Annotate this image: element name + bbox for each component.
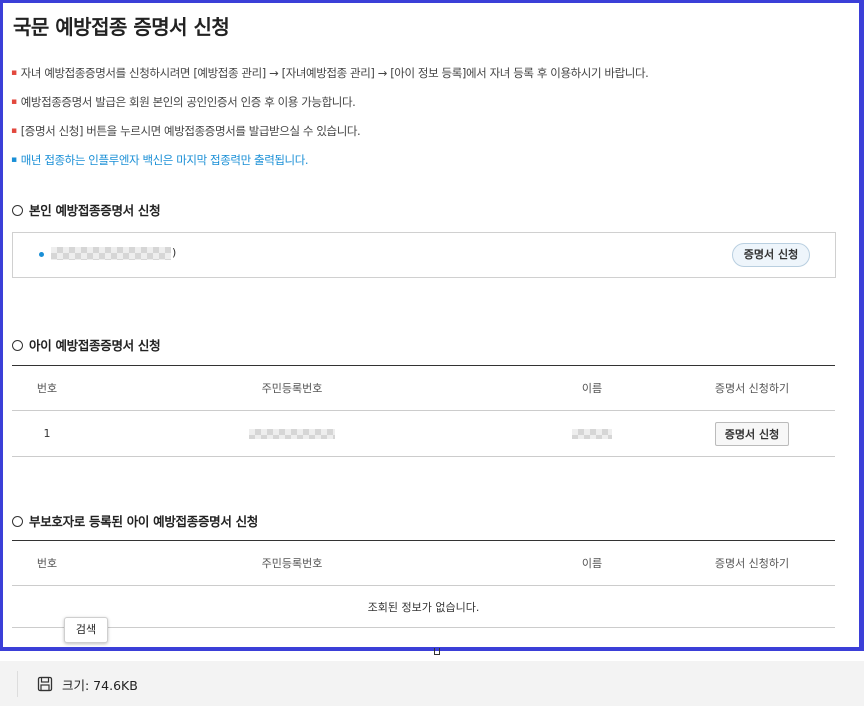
row-apply: 증명서 신청 bbox=[672, 411, 832, 456]
section-title-self: 본인 예방접종증명서 신청 bbox=[12, 200, 161, 219]
notice-text: [증명서 신청] 버튼을 누르시면 예방접종증명서를 발급받으실 수 있습니다. bbox=[20, 124, 361, 138]
file-size-text: 크기: 74.6KB bbox=[62, 678, 138, 693]
notice-list: ▪ 자녀 예방접종증명서를 신청하시려면 [예방접종 관리] → [자녀예방접종 … bbox=[11, 63, 649, 179]
bullet-icon bbox=[39, 252, 44, 257]
header-number: 번호 bbox=[36, 382, 58, 395]
bullet-icon: ▪ bbox=[11, 97, 17, 107]
row-resident-number bbox=[192, 411, 392, 456]
notice-text: 매년 접종하는 인플루엔자 백신은 마지막 접종력만 출력됩니다. bbox=[20, 153, 309, 167]
resize-handle[interactable] bbox=[434, 648, 440, 655]
child-certificate-apply-button[interactable]: 증명서 신청 bbox=[715, 421, 789, 446]
notice-text: 자녀 예방접종증명서를 신청하시려면 [예방접종 관리] → [자녀예방접종 관… bbox=[20, 66, 649, 80]
section-title-text: 아이 예방접종증명서 신청 bbox=[29, 338, 161, 353]
empty-message: 조회된 정보가 없습니다. bbox=[12, 586, 835, 628]
table-row: 1 증명서 신청 bbox=[12, 411, 835, 457]
section-title-text: 부보호자로 등록된 아이 예방접종증명서 신청 bbox=[29, 514, 259, 529]
notice-text: 예방접종증명서 발급은 회원 본인의 공인인증서 인증 후 이용 가능합니다. bbox=[20, 95, 356, 109]
notice-item: ▪ 자녀 예방접종증명서를 신청하시려면 [예방접종 관리] → [자녀예방접종 … bbox=[11, 63, 649, 92]
header-apply: 증명서 신청하기 bbox=[714, 557, 790, 570]
section-title-child: 아이 예방접종증명서 신청 bbox=[12, 335, 161, 354]
table-header: 번호 주민등록번호 이름 증명서 신청하기 bbox=[12, 540, 835, 586]
notice-item: ▪ 예방접종증명서 발급은 회원 본인의 공인인증서 인증 후 이용 가능합니다. bbox=[11, 92, 648, 121]
circle-icon bbox=[12, 340, 23, 351]
redacted-child-name bbox=[572, 428, 612, 439]
section-title-guardian: 부보호자로 등록된 아이 예방접종증명서 신청 bbox=[12, 511, 258, 530]
circle-icon bbox=[12, 516, 23, 527]
header-resident-number: 주민등록번호 bbox=[261, 382, 323, 395]
header-apply: 증명서 신청하기 bbox=[714, 382, 790, 395]
notice-item: ▪ [증명서 신청] 버튼을 누르시면 예방접종증명서를 발급받으실 수 있습니다… bbox=[11, 121, 648, 150]
row-number: 1 bbox=[43, 427, 51, 440]
save-icon bbox=[37, 676, 53, 696]
header-name: 이름 bbox=[581, 557, 603, 570]
header-resident-number: 주민등록번호 bbox=[261, 557, 323, 570]
self-certificate-apply-button[interactable]: 증명서 신청 bbox=[732, 243, 810, 267]
bullet-icon: ▪ bbox=[11, 126, 17, 136]
search-tooltip: 검색 bbox=[64, 617, 108, 643]
redacted-name bbox=[51, 247, 171, 260]
guardian-table: 번호 주민등록번호 이름 증명서 신청하기 조회된 정보가 없습니다. bbox=[12, 540, 835, 628]
redacted-resident-number bbox=[249, 428, 335, 439]
bullet-icon: ▪ bbox=[11, 155, 17, 165]
page-title: 국문 예방접종 증명서 신청 bbox=[13, 15, 230, 39]
notice-item-highlight: ▪ 매년 접종하는 인플루엔자 백신은 마지막 접종력만 출력됩니다. bbox=[11, 150, 648, 179]
header-number: 번호 bbox=[36, 557, 58, 570]
bullet-icon: ▪ bbox=[11, 68, 17, 78]
self-certificate-box: ) 증명서 신청 bbox=[12, 232, 836, 278]
redacted-suffix: ) bbox=[172, 246, 177, 259]
header-name: 이름 bbox=[581, 382, 603, 395]
row-name bbox=[532, 411, 652, 456]
status-bar: 크기: 74.6KB bbox=[0, 661, 864, 706]
table-header: 번호 주민등록번호 이름 증명서 신청하기 bbox=[12, 365, 835, 411]
divider bbox=[17, 671, 18, 697]
page-frame: 국문 예방접종 증명서 신청 ▪ 자녀 예방접종증명서를 신청하시려면 [예방접종… bbox=[0, 0, 864, 651]
child-table: 번호 주민등록번호 이름 증명서 신청하기 1 증명서 신청 bbox=[12, 365, 835, 457]
circle-icon bbox=[12, 205, 23, 216]
section-title-text: 본인 예방접종증명서 신청 bbox=[29, 203, 161, 218]
